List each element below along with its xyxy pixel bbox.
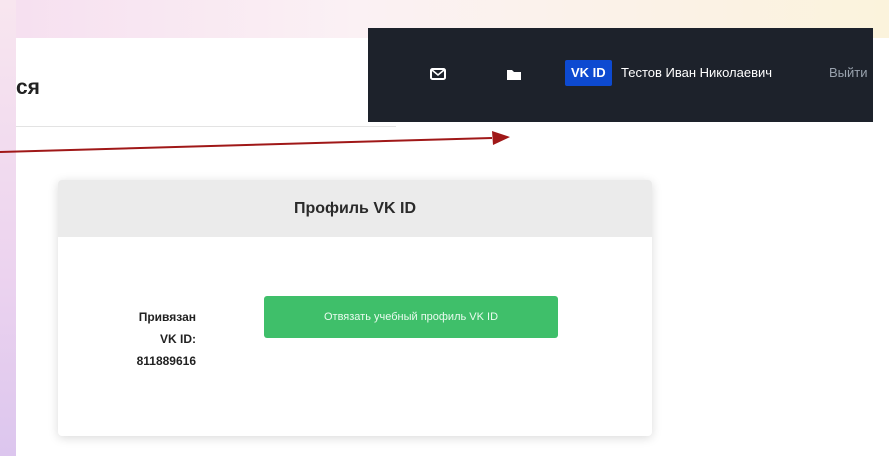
folder-icon[interactable] [506,67,522,81]
left-decorative-strip [0,0,16,456]
linked-label-line2: VK ID: [160,332,196,346]
logout-link[interactable]: Выйти [829,65,868,80]
vkid-profile-card: Профиль VK ID Привязан VK ID: 811889616 … [58,180,652,436]
card-title: Профиль VK ID [58,180,652,237]
page-title: ся [16,76,40,99]
vkid-badge[interactable]: VK ID [565,60,612,86]
unlink-vkid-button[interactable]: Отвязать учебный профиль VK ID [264,296,558,338]
linked-label-line1: Привязан [138,310,196,324]
linked-vkid-number: 811889616 [136,354,196,368]
linked-vkid-label: Привязан VK ID: 811889616 [96,306,196,372]
mail-icon[interactable] [430,67,446,81]
header-divider [16,126,396,127]
user-name-link[interactable]: Тестов Иван Николаевич [621,65,772,80]
top-navbar: VK ID Тестов Иван Николаевич Выйти [368,28,873,122]
